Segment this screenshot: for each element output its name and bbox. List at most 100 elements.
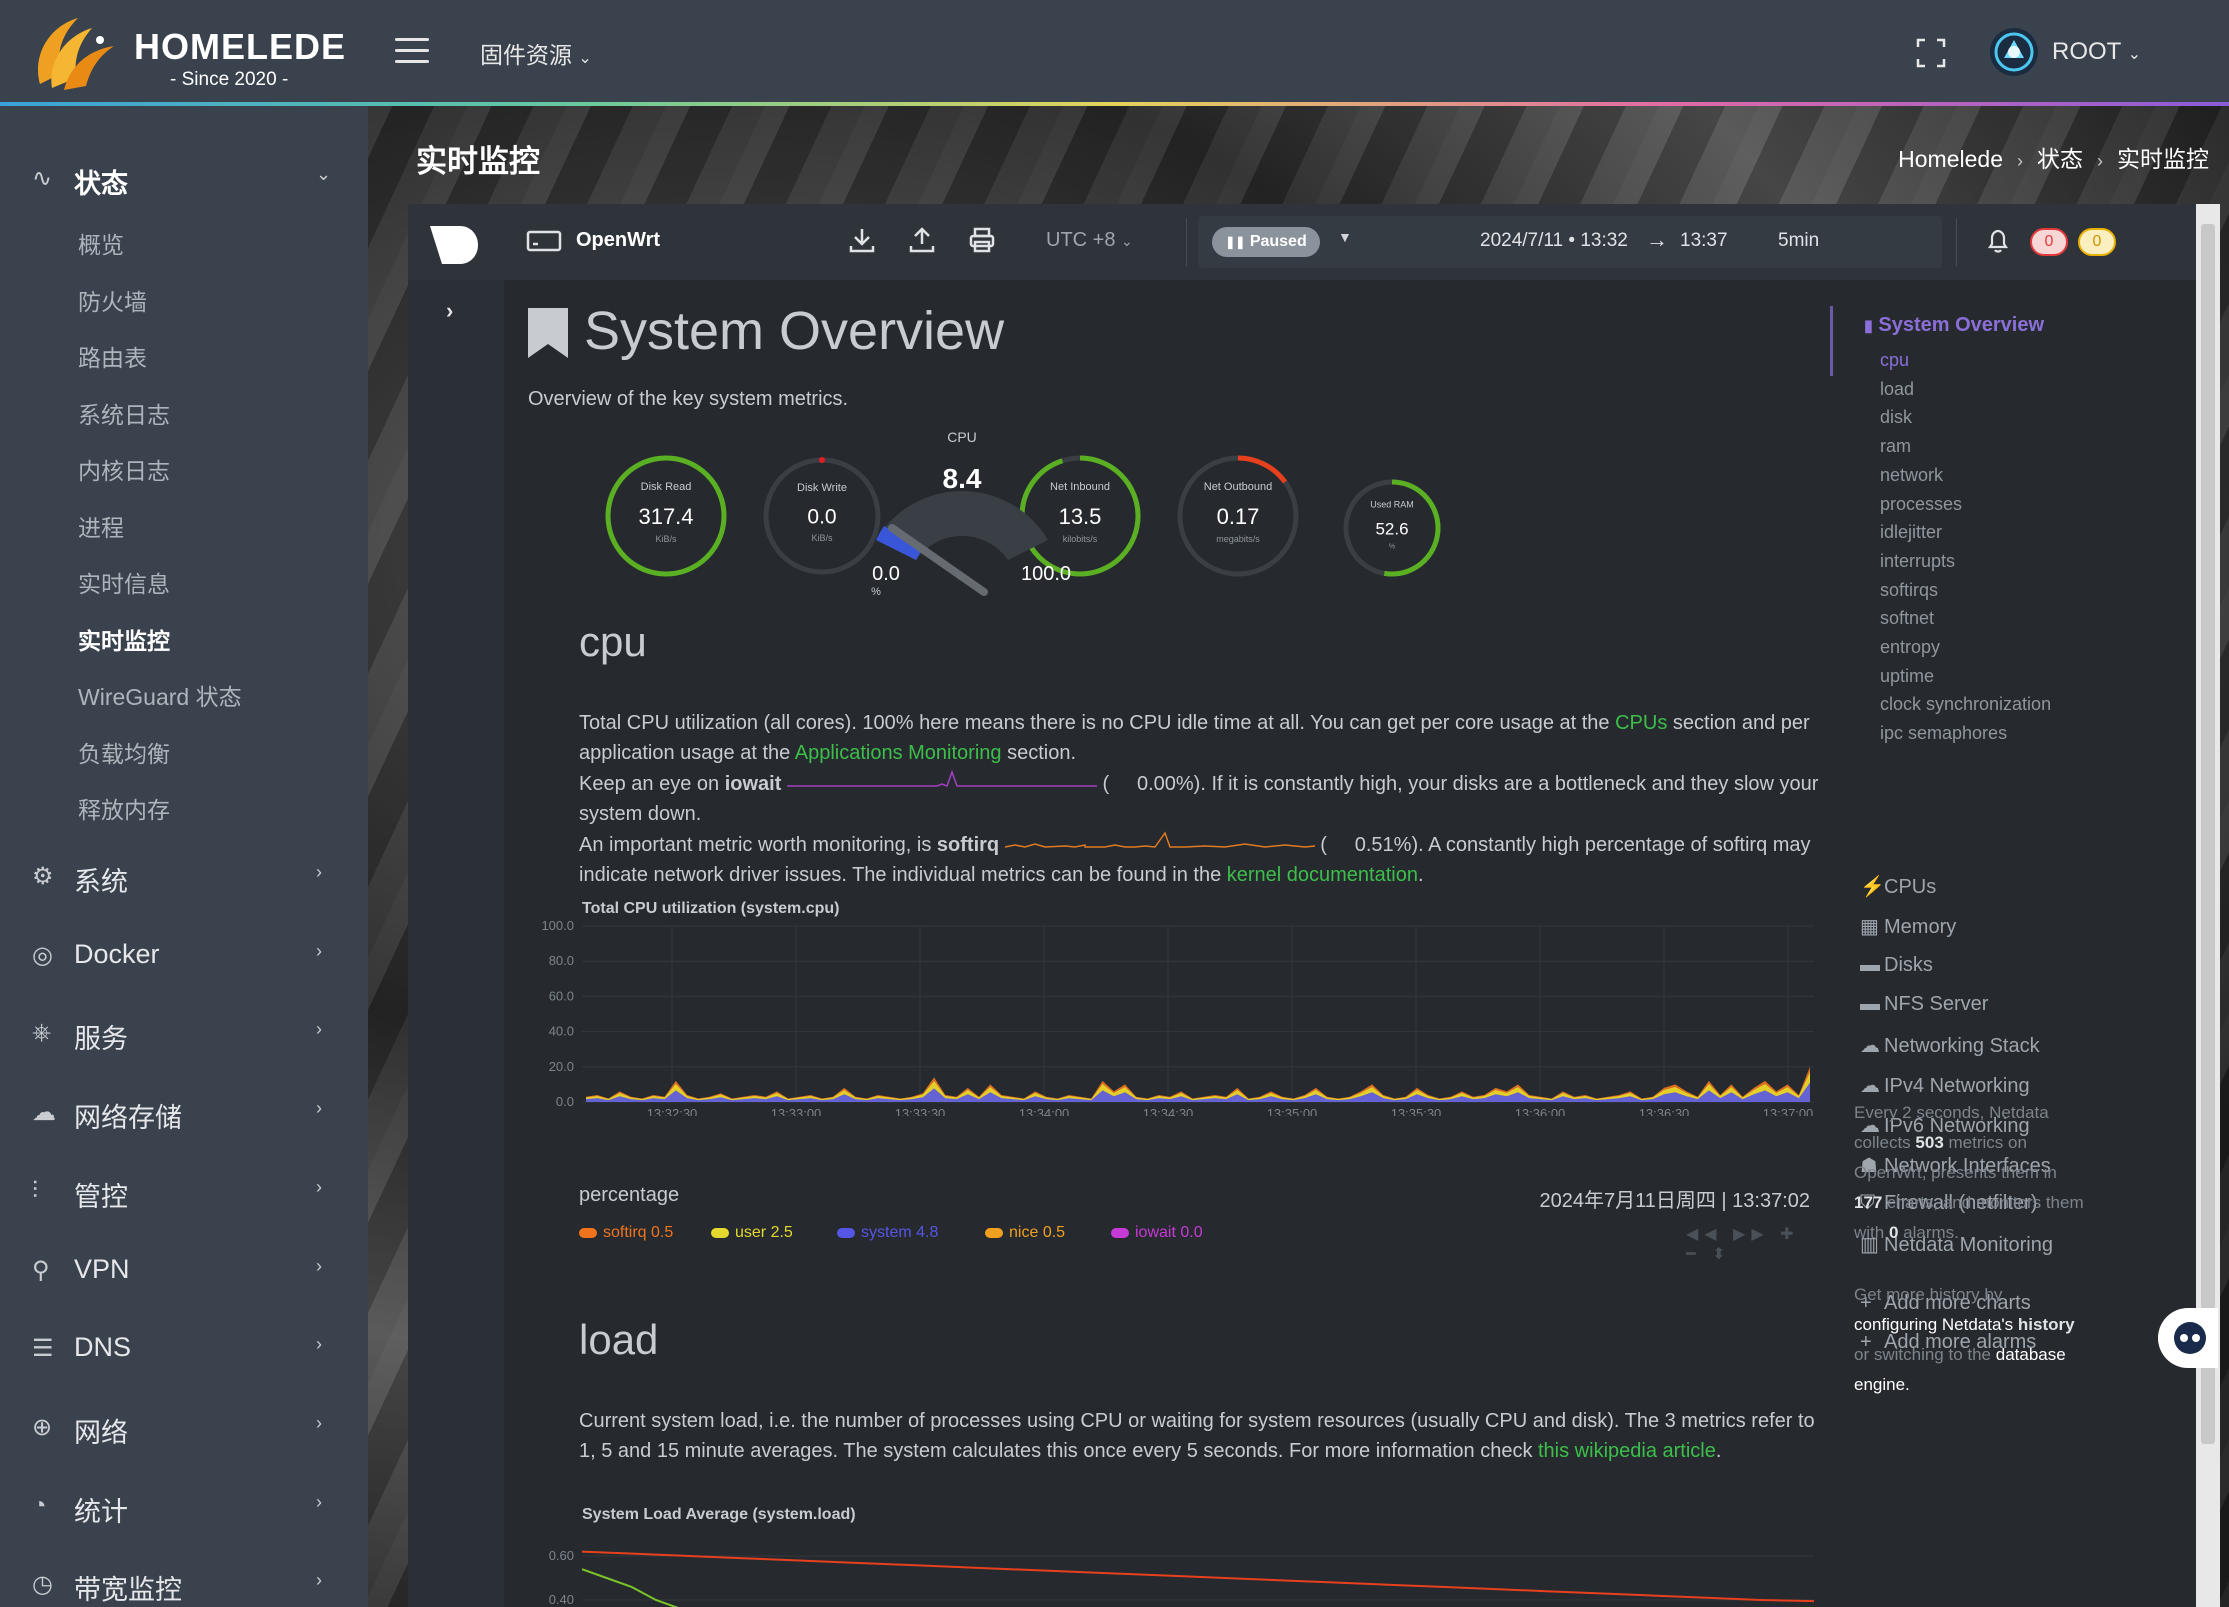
gauge-4[interactable]: Used RAM 52.6%: [1339, 475, 1445, 581]
toc-item[interactable]: clock synchronization: [1880, 694, 2051, 715]
gauge-0[interactable]: Disk Read 317.4 KiB/s: [601, 451, 731, 581]
toc-item[interactable]: idlejitter: [1880, 522, 1942, 543]
toc-section[interactable]: ⚡CPUs: [1860, 874, 1936, 899]
range-end[interactable]: 13:37: [1680, 230, 1728, 252]
chevron-right-icon[interactable]: ›: [446, 298, 453, 324]
sidebar-section[interactable]: ⚙ 系统 ›: [0, 852, 368, 902]
toc-section-label: Disks: [1884, 953, 1933, 976]
warning-alarm-badge[interactable]: 0: [2078, 228, 2116, 256]
chart-zoom-controls[interactable]: ◀◀ ▶▶ ✚ ━ ⬍: [1686, 1224, 1808, 1264]
toc-item[interactable]: load: [1880, 379, 1914, 400]
bolt-icon: ⚡: [1860, 876, 1885, 898]
sidebar-section[interactable]: ⫶ 管控 ›: [0, 1167, 368, 1217]
netdata-logo-icon[interactable]: [430, 226, 478, 264]
sidebar-item[interactable]: 进程: [78, 509, 124, 543]
sidebar-item[interactable]: 内核日志: [78, 452, 170, 486]
sidebar-section[interactable]: ☰ DNS ›: [0, 1324, 368, 1374]
kernel-docs-link[interactable]: kernel documentation: [1227, 864, 1418, 886]
cpu-gauge-max: 100.0: [1021, 563, 1071, 585]
play-pause-button[interactable]: ❚❚ Paused: [1212, 227, 1320, 257]
gauge-3[interactable]: Net Outbound 0.17 megabits/s: [1173, 451, 1303, 581]
sidebar-section[interactable]: ◷ 带宽监控 ›: [0, 1560, 368, 1607]
sidebar-section-label: 系统: [74, 867, 128, 897]
legend-item[interactable]: softirq 0.5: [579, 1224, 673, 1242]
sidebar-item[interactable]: 负载均衡: [78, 735, 170, 769]
fullscreen-icon[interactable]: [1916, 38, 1946, 68]
cpus-link[interactable]: CPUs: [1615, 712, 1667, 734]
sidebar-section[interactable]: ☁ 网络存储 ›: [0, 1088, 368, 1138]
legend-item[interactable]: system 4.8: [837, 1224, 938, 1242]
sidebar-section-label: 带宽监控: [74, 1575, 182, 1606]
sidebar-item[interactable]: 实时监控: [78, 622, 170, 656]
legend-item[interactable]: user 2.5: [711, 1224, 793, 1242]
toc-item[interactable]: disk: [1880, 407, 1912, 428]
toc-item[interactable]: ram: [1880, 436, 1911, 457]
toc-item[interactable]: uptime: [1880, 666, 1934, 687]
apps-monitoring-link[interactable]: Applications Monitoring: [795, 742, 1002, 764]
history-config-link[interactable]: configuring Netdata's: [1854, 1315, 2013, 1334]
legend-swatch: [985, 1227, 1003, 1238]
cpu-gauge[interactable]: CPU 8.4 0.0% 100.0: [832, 420, 1092, 600]
sidebar-section-label: 网络: [74, 1417, 128, 1448]
sidebar-item[interactable]: 防火墙: [78, 283, 147, 317]
load-chart[interactable]: 0.60 0.40: [524, 1526, 1834, 1607]
sidebar-section[interactable]: ⊕ 网络 ›: [0, 1403, 368, 1453]
toc-active-section[interactable]: ▮ System Overview: [1864, 314, 2044, 337]
sidebar-section-status[interactable]: ∿ 状态 ⌄: [0, 154, 368, 204]
assistant-button[interactable]: [2158, 1308, 2218, 1368]
brand-logo[interactable]: HOMELEDE - Since 2020 -: [30, 12, 350, 96]
toc-item[interactable]: processes: [1880, 494, 1962, 515]
breadcrumb-item[interactable]: Homelede: [1898, 146, 2003, 172]
sidebar-item[interactable]: 释放内存: [78, 791, 170, 825]
range-duration[interactable]: 5min: [1778, 230, 1819, 252]
gauge-value: 0.17: [1217, 504, 1260, 529]
upload-icon[interactable]: [908, 226, 936, 254]
toc-item[interactable]: softnet: [1880, 608, 1934, 629]
sidebar-section[interactable]: ◔ 统计 ›: [0, 1482, 368, 1532]
x-tick-label: 13:32:30: [647, 1106, 698, 1116]
scrollbar-thumb[interactable]: [2201, 224, 2215, 1444]
sidebar-section-label: Docker: [74, 938, 160, 969]
timezone-selector[interactable]: UTC +8 ⌄: [1046, 229, 1133, 252]
sidebar-section[interactable]: ⎈ 服务 ›: [0, 1009, 368, 1059]
toc-section[interactable]: ▬ NFS Server: [1860, 993, 1988, 1016]
cpu-gauge-unit: %: [871, 586, 881, 598]
sidebar-section[interactable]: ◎ Docker ›: [0, 931, 368, 981]
toc-section[interactable]: ▬ Disks: [1860, 954, 1933, 977]
sidebar-section[interactable]: ⚲ VPN ›: [0, 1246, 368, 1296]
toc-item[interactable]: cpu: [1880, 350, 1909, 371]
toc-section[interactable]: ▦ Memory: [1860, 914, 1956, 939]
bell-icon[interactable]: [1986, 228, 2010, 254]
x-tick-label: 13:35:30: [1391, 1106, 1442, 1116]
sidebar-item[interactable]: 系统日志: [78, 396, 170, 430]
cpu-chart[interactable]: 100.0 80.0 60.0 40.0 20.0 0.0 13:32:30 13:33:00…: [524, 916, 1834, 1116]
critical-alarm-badge[interactable]: 0: [2030, 228, 2068, 256]
toc-section[interactable]: ☁ IPv4 Networking: [1860, 1073, 2030, 1098]
toc-item[interactable]: softirqs: [1880, 580, 1938, 601]
toc-item[interactable]: entropy: [1880, 637, 1940, 658]
range-start[interactable]: 2024/7/11 • 13:32: [1480, 230, 1628, 252]
host-name[interactable]: OpenWrt: [576, 229, 660, 252]
menu-toggle-button[interactable]: [395, 38, 429, 64]
toc-section[interactable]: ☁ Networking Stack: [1860, 1033, 2040, 1058]
toc-item[interactable]: interrupts: [1880, 551, 1955, 572]
x-tick-label: 13:34:00: [1019, 1106, 1070, 1116]
wikipedia-link[interactable]: this wikipedia article: [1538, 1440, 1716, 1462]
chevron-down-icon[interactable]: ▼: [1338, 229, 1352, 245]
download-icon[interactable]: [848, 226, 876, 254]
legend-item[interactable]: iowait 0.0: [1111, 1224, 1203, 1242]
toc-item[interactable]: network: [1880, 465, 1943, 486]
avatar[interactable]: [1990, 28, 2038, 76]
sidebar-item[interactable]: 实时信息: [78, 565, 170, 599]
sidebar-item[interactable]: 路由表: [78, 339, 147, 373]
gear-icon: ⚙: [32, 863, 54, 890]
sidebar-item[interactable]: WireGuard 状态: [78, 678, 242, 712]
firmware-menu[interactable]: 固件资源 ⌄: [480, 36, 592, 70]
breadcrumb-item[interactable]: 状态: [2037, 146, 2083, 172]
user-menu[interactable]: ROOT ⌄: [2052, 38, 2141, 66]
toc-item[interactable]: ipc semaphores: [1880, 723, 2007, 744]
sidebar-item[interactable]: 概览: [78, 226, 124, 260]
netdata-scrollbar[interactable]: [2196, 204, 2220, 1607]
legend-item[interactable]: nice 0.5: [985, 1224, 1065, 1242]
print-icon[interactable]: [968, 226, 996, 254]
